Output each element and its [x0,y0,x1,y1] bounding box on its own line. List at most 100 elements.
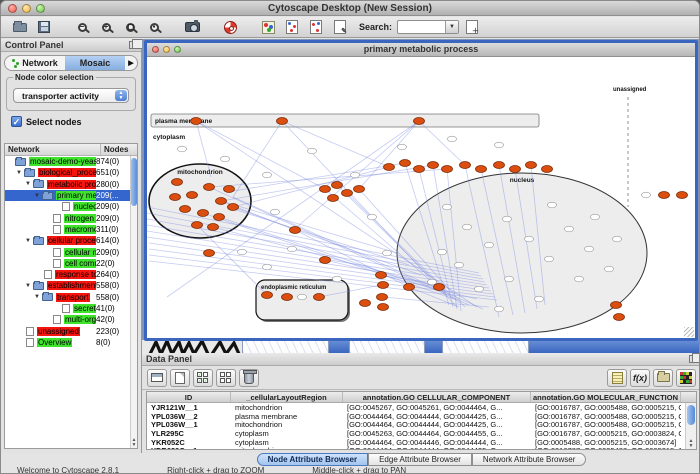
network-edge[interactable] [221,165,433,201]
tree-item[interactable]: multi-organism pro42(0) [5,314,130,325]
network-node-selected[interactable] [384,164,395,171]
column-header[interactable]: annotation.GO MOLECULAR_FUNCTION [531,392,681,402]
network-node-selected[interactable] [614,314,625,321]
import-button[interactable]: ＋ [461,18,483,36]
network-node[interactable] [368,214,377,220]
vizmapper-button[interactable] [257,18,279,36]
network-node-selected[interactable] [282,294,293,301]
open-session-button[interactable] [9,18,31,36]
network-node[interactable] [238,249,247,255]
scrollbar-thumb[interactable] [131,158,137,206]
tree-col-network[interactable]: Network [5,144,101,155]
scrollbar-arrows[interactable]: ▲▼ [131,438,137,448]
zoom-region-button[interactable]: ▪ [143,18,165,36]
tree-item[interactable]: Overview8(0) [5,337,130,348]
network-node[interactable] [565,226,574,232]
column-header[interactable]: annotation.GO CELLULAR_COMPONENT [343,392,531,402]
network-node[interactable] [221,156,230,162]
network-edge[interactable] [197,225,267,295]
network-node-selected[interactable] [198,210,209,217]
tree-item[interactable]: ▼establishment of lo558(0) [5,280,130,291]
network-node-selected[interactable] [191,118,202,125]
network-node[interactable] [298,294,307,300]
expand-arrow-icon[interactable]: ▼ [25,238,33,244]
edit-network-button[interactable] [305,18,327,36]
zoom-out-button[interactable]: − [71,18,93,36]
network-node-selected[interactable] [216,198,227,205]
network-node[interactable] [605,266,614,272]
network-node[interactable] [383,250,392,256]
float-panel-icon[interactable] [689,355,698,363]
network-node-selected[interactable] [204,250,215,257]
tree-item[interactable]: nitrogen compo209(0) [5,212,130,223]
tree-item[interactable]: mosaic-demo-yeast874(0) [5,156,130,167]
network-node[interactable] [271,209,280,215]
network-node-selected[interactable] [204,184,215,191]
network-node-selected[interactable] [434,284,445,291]
network-node-selected[interactable] [378,304,389,311]
network-node[interactable] [428,279,437,285]
tree-item[interactable]: cellular metabo209(0) [5,246,130,257]
network-node-selected[interactable] [542,166,553,173]
network-node-selected[interactable] [187,192,198,199]
network-node[interactable] [463,224,472,230]
expand-arrow-icon[interactable]: ▼ [25,283,33,289]
column-header[interactable]: _cellularLayoutRegion [231,392,343,402]
formula-button[interactable]: f(x) [630,369,650,387]
tree-item[interactable]: secretion41(0) [5,303,130,314]
network-node-selected[interactable] [494,162,505,169]
network-node-selected[interactable] [400,160,411,167]
network-node[interactable] [351,172,360,178]
tree-item[interactable]: macromolecule311(0) [5,224,130,235]
network-node[interactable] [263,264,272,270]
network-node-selected[interactable] [476,166,487,173]
expand-arrow-icon[interactable]: ▼ [34,294,42,300]
zoom-in-button[interactable]: + [95,18,117,36]
network-node[interactable] [263,172,272,178]
delete-attribute-button[interactable] [239,369,259,387]
tab-node-attribute-browser[interactable]: Node Attribute Browser [257,453,369,466]
network-node-selected[interactable] [404,284,415,291]
tree-scrollbar[interactable]: ▲▼ [130,156,137,448]
tab-overflow-arrow-icon[interactable]: ▶ [125,59,137,67]
network-view-titlebar[interactable]: primary metabolic process [147,43,695,57]
expand-arrow-icon[interactable]: ▼ [16,170,24,176]
network-node[interactable] [333,276,342,282]
network-node[interactable] [448,136,457,142]
background-window-fragment[interactable] [242,339,329,353]
table-row[interactable]: YJR121W__1mitochondrion[GO:0045267, GO:0… [147,403,696,412]
expand-arrow-icon[interactable]: ▼ [25,181,33,187]
select-nodes-checkbox[interactable]: ✓ [11,116,22,127]
network-node[interactable] [485,242,494,248]
network-node[interactable] [495,306,504,312]
background-window-frame[interactable] [425,339,442,353]
select-attributes-button[interactable]: ✓✓✓ [193,369,213,387]
network-node-selected[interactable] [414,166,425,173]
tab-edge-attribute-browser[interactable]: Edge Attribute Browser [368,453,472,466]
snapshot-button[interactable] [181,18,203,36]
network-node-selected[interactable] [214,214,225,221]
network-node-selected[interactable] [224,186,235,193]
tree-item[interactable]: nucleobase-209(0) [5,201,130,212]
network-node-selected[interactable] [677,192,688,199]
tree-item[interactable]: cell communicat22(0) [5,258,130,269]
network-node[interactable] [308,148,317,154]
zoom-fit-button[interactable]: ◻ [119,18,141,36]
create-network-button[interactable] [281,18,303,36]
table-row[interactable]: YKR052Ccytoplasm[GO:0044464, GO:0044446,… [147,438,696,447]
network-node-selected[interactable] [414,118,425,125]
background-window-fragment[interactable] [349,339,425,353]
network-node-selected[interactable] [659,192,670,199]
network-node-selected[interactable] [208,224,219,231]
new-attribute-button[interactable] [170,369,190,387]
network-node[interactable] [495,142,504,148]
tab-network-attribute-browser[interactable]: Network Attribute Browser [472,453,586,466]
network-node[interactable] [443,204,452,210]
network-node-selected[interactable] [290,227,301,234]
expand-arrow-icon[interactable]: ▼ [34,193,42,199]
network-node[interactable] [535,296,544,302]
network-node-selected[interactable] [332,182,343,189]
tree-item[interactable]: ▼biological_process651(0) [5,167,130,178]
window-titlebar[interactable]: Cytoscape Desktop (New Session) [1,1,699,16]
network-node-selected[interactable] [377,294,388,301]
